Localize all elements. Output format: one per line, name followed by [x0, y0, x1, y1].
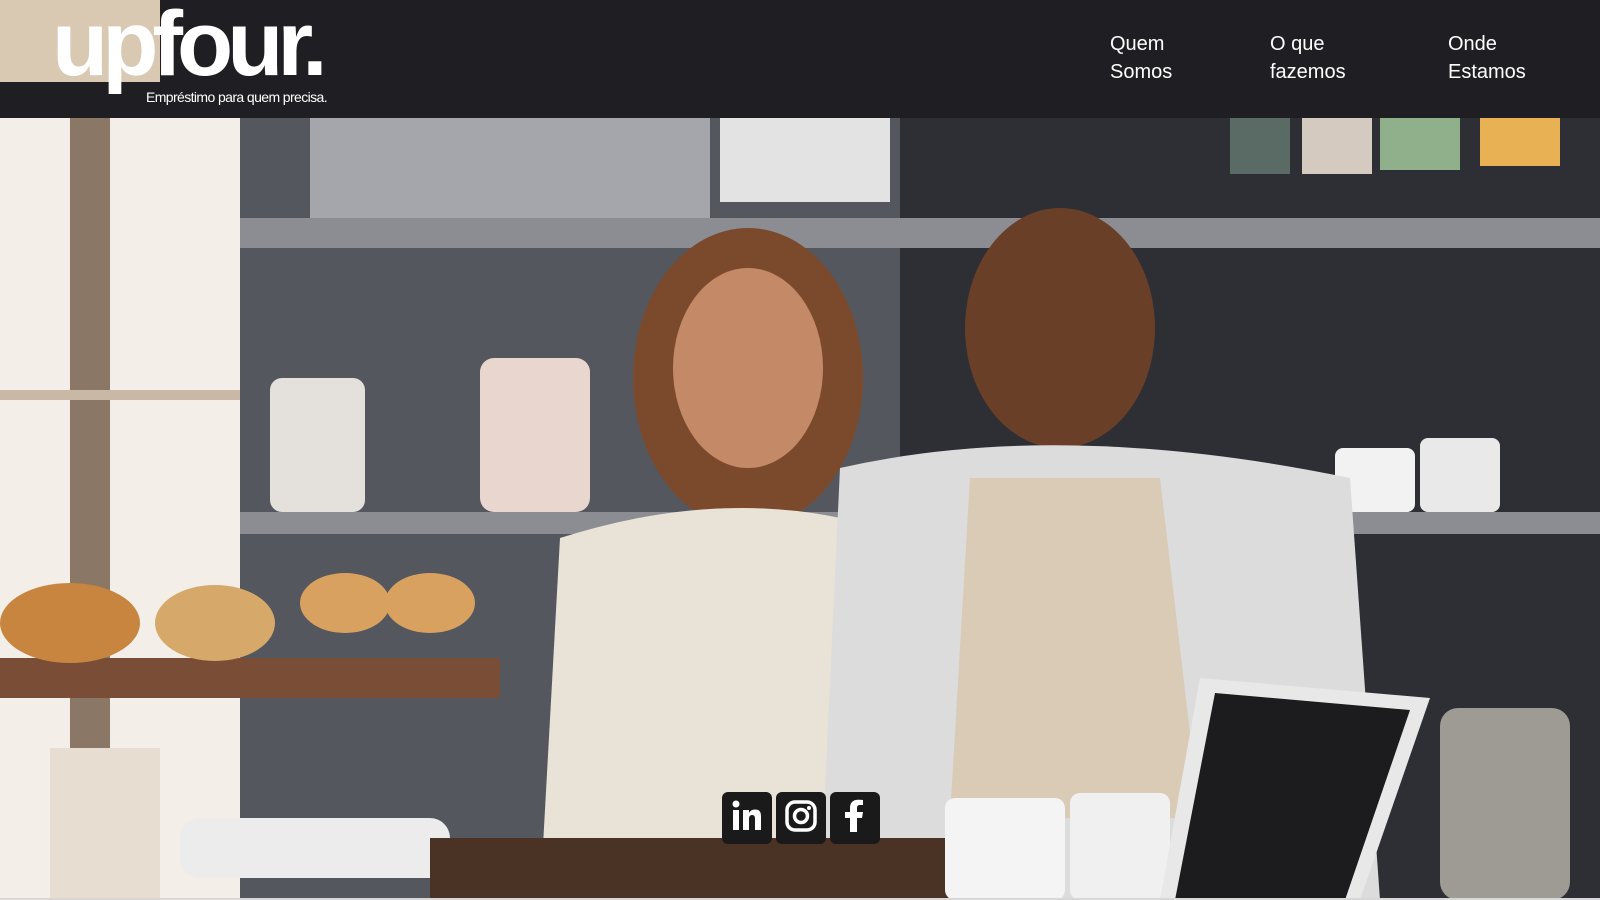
- man-face: [965, 208, 1155, 448]
- nav-item-label-line2: fazemos: [1270, 61, 1346, 83]
- jar-green: [1380, 118, 1460, 170]
- man-apron: [950, 478, 1200, 818]
- instagram-button[interactable]: [776, 792, 826, 844]
- linkedin-button[interactable]: [722, 792, 772, 844]
- glasses-row: [310, 118, 710, 218]
- cup: [945, 798, 1065, 900]
- top-shelf: [240, 218, 1600, 248]
- muffin: [300, 573, 390, 633]
- hero-photo: [0, 118, 1600, 900]
- woman-face: [673, 268, 823, 468]
- nav-o-que-fazemos[interactable]: O que fazemos: [1270, 30, 1390, 86]
- glass-jar: [1440, 708, 1570, 900]
- hero-scene: [0, 118, 1600, 900]
- linkedin-icon: [729, 798, 765, 839]
- nav-item-label-line1: Quem: [1110, 33, 1165, 55]
- logo[interactable]: upfour.: [52, 0, 328, 90]
- jar-green-dark: [1230, 118, 1290, 174]
- logo-tagline: Empréstimo para quem precisa.: [146, 89, 328, 105]
- social-links: [722, 792, 880, 844]
- croissant: [0, 583, 140, 663]
- site-header: upfour. Empréstimo para quem precisa. Qu…: [0, 0, 1600, 118]
- cup: [1070, 793, 1170, 900]
- nav-quem-somos[interactable]: Quem Somos: [1110, 30, 1230, 86]
- plates: [180, 818, 450, 878]
- muffin: [155, 585, 275, 661]
- facebook-icon: [837, 798, 873, 839]
- nav-item-label-line1: O que: [1270, 33, 1325, 55]
- nav-onde-estamos[interactable]: Onde Estamos: [1448, 30, 1568, 86]
- jar-orange: [1480, 118, 1560, 166]
- muffin: [385, 573, 475, 633]
- mug: [1420, 438, 1500, 512]
- nav-item-label-line2: Estamos: [1448, 61, 1526, 83]
- nav-item-label-line1: Onde: [1448, 33, 1497, 55]
- colorful-bowls: [480, 358, 590, 512]
- wooden-stand: [0, 658, 500, 698]
- facebook-button[interactable]: [830, 792, 880, 844]
- window-bar: [0, 390, 240, 400]
- nav-item-label-line2: Somos: [1110, 61, 1173, 83]
- bowls-stack: [270, 378, 365, 512]
- counter-top: [430, 838, 990, 900]
- patterned-cards: [720, 118, 890, 202]
- instagram-icon: [783, 798, 819, 839]
- jar-beige: [1302, 118, 1372, 174]
- paper-box: [50, 748, 160, 900]
